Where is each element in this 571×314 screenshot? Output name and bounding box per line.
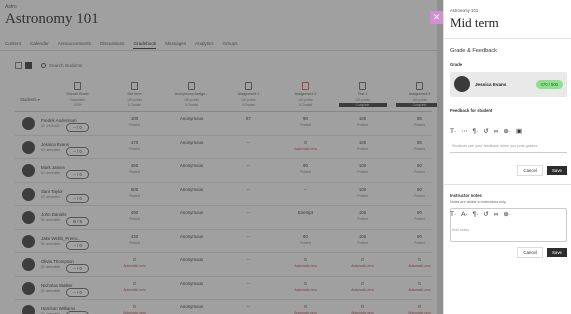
format-tool-icon[interactable]: ⊕· xyxy=(503,128,511,135)
notes-hint: Notes are visible to instructors only. xyxy=(450,200,507,204)
notes-actions: Cancel Save xyxy=(517,247,567,258)
close-icon[interactable]: ✕ xyxy=(430,11,443,24)
format-tool-icon[interactable]: T· xyxy=(450,128,456,135)
modal-backdrop[interactable] xyxy=(0,0,437,314)
format-tool-icon[interactable]: ⋯ xyxy=(461,128,468,135)
grading-panel: Astronomy 101 Mid term Grade & Feedback … xyxy=(443,0,571,314)
save-button[interactable]: Save xyxy=(546,248,567,257)
panel-course-name: Astronomy 101 xyxy=(450,8,479,13)
cancel-button[interactable]: Cancel xyxy=(517,165,543,176)
format-tool-icon[interactable]: ∞ xyxy=(494,128,499,135)
panel-divider xyxy=(444,38,571,39)
format-tool-icon[interactable]: T· xyxy=(450,211,456,218)
feedback-actions: Cancel Save xyxy=(517,165,567,176)
notes-editor-toolbar: T· A· ¶· ↺ ∞ ⊕· xyxy=(450,211,511,218)
student-name: Jessica Evans xyxy=(475,82,507,87)
cancel-button[interactable]: Cancel xyxy=(517,247,543,258)
grade-label: Grade xyxy=(450,62,463,67)
student-grade-row: Jessica Evans 470 / 500 xyxy=(450,72,567,97)
format-tool-icon[interactable]: ▣ xyxy=(516,128,522,135)
feedback-label: Feedback for student xyxy=(450,108,493,113)
section-heading: Grade & Feedback xyxy=(450,48,497,54)
feedback-editor[interactable]: Students see your feedback when you post… xyxy=(450,140,567,153)
format-tool-icon[interactable]: ↺ xyxy=(483,211,488,218)
format-tool-icon[interactable]: A· xyxy=(461,211,468,218)
notes-editor[interactable]: Add notes xyxy=(450,224,567,236)
panel-divider xyxy=(444,184,571,185)
notes-label: Instructor notes xyxy=(450,193,482,198)
feedback-editor-toolbar: T· ⋯ ¶· ↺ ∞ ⊕· ▣ xyxy=(450,128,522,135)
format-tool-icon[interactable]: ↺ xyxy=(483,128,488,135)
avatar xyxy=(454,76,470,92)
format-tool-icon[interactable]: ¶· xyxy=(473,211,479,218)
save-button[interactable]: Save xyxy=(546,166,567,175)
format-tool-icon[interactable]: ¶· xyxy=(473,128,479,135)
format-tool-icon[interactable]: ∞ xyxy=(494,211,499,218)
grade-pill[interactable]: 470 / 500 xyxy=(535,80,563,89)
format-tool-icon[interactable]: ⊕· xyxy=(503,211,511,218)
panel-title: Mid term xyxy=(450,15,499,30)
